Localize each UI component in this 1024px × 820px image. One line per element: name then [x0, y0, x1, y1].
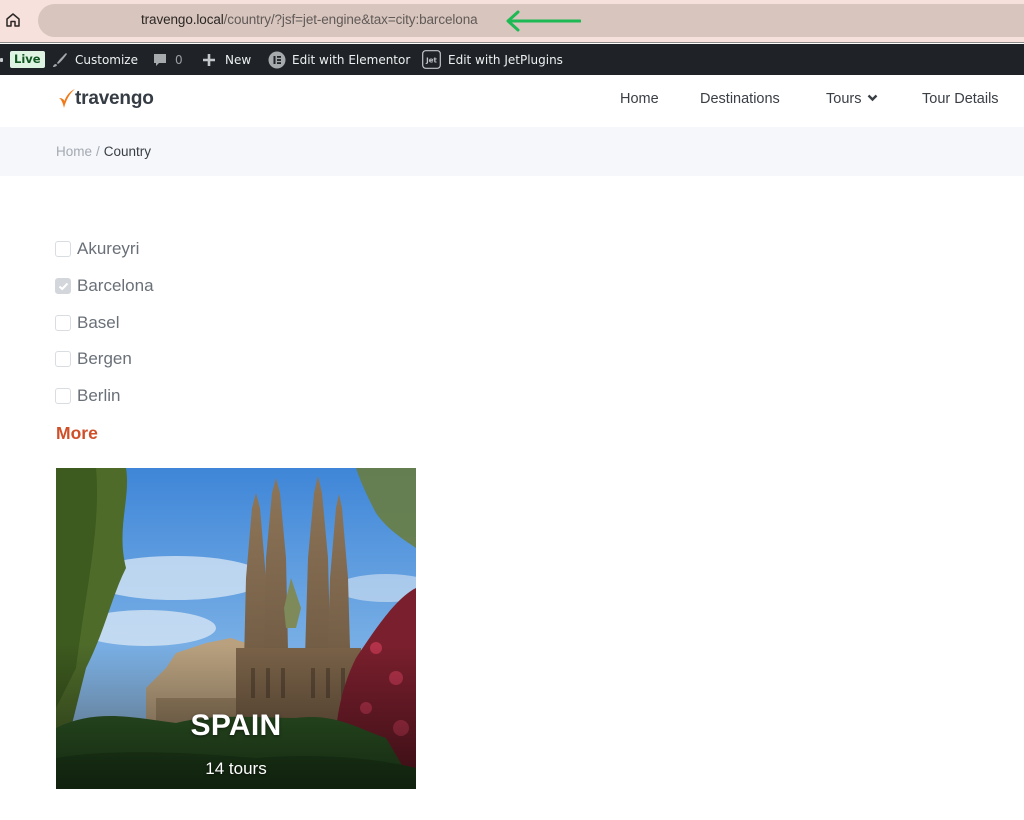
filter-item-basel[interactable]: Basel	[55, 312, 120, 334]
filter-label: Bergen	[77, 349, 132, 368]
customize-button[interactable]: Customize	[52, 44, 138, 75]
live-badge[interactable]: Live	[10, 44, 45, 75]
admin-bar-dot	[0, 58, 3, 62]
nav-tours[interactable]: Tours	[826, 91, 878, 107]
comments-count: 0	[175, 52, 183, 67]
customize-label: Customize	[75, 52, 138, 67]
nav-tours-label: Tours	[826, 91, 862, 107]
checkmark-icon	[58, 282, 69, 291]
new-button[interactable]: New	[201, 44, 251, 75]
nav-home[interactable]: Home	[620, 91, 659, 107]
filter-item-berlin[interactable]: Berlin	[55, 385, 120, 407]
site-logo[interactable]: travengo	[58, 84, 154, 110]
jetplugins-label: Edit with JetPlugins	[448, 52, 563, 67]
logo-check-icon	[59, 89, 75, 108]
admin-bar: Live Customize 0 New Edit with Elementor…	[0, 44, 1024, 75]
breadcrumb-separator: /	[96, 144, 100, 159]
edit-jetplugins-button[interactable]: Jet Edit with JetPlugins	[422, 44, 563, 75]
arrow-annotation-icon	[506, 10, 581, 32]
more-button[interactable]: More	[56, 423, 98, 444]
url-text[interactable]: travengo.local/country/?jsf=jet-engine&t…	[141, 12, 478, 27]
checkbox[interactable]	[55, 388, 71, 404]
comments-button[interactable]: 0	[152, 44, 183, 75]
country-card[interactable]: SPAIN 14 tours	[56, 468, 416, 789]
logo-text: travengo	[75, 88, 154, 109]
checkbox[interactable]	[55, 241, 71, 257]
checkbox[interactable]	[55, 315, 71, 331]
comment-icon	[154, 53, 166, 66]
site-header: travengo Home Destinations Tours Tour De…	[0, 76, 1024, 127]
breadcrumb: Home / Country	[56, 144, 151, 159]
filter-item-akureyri[interactable]: Akureyri	[55, 238, 139, 260]
brush-icon	[53, 52, 67, 67]
jetplugins-icon: Jet	[422, 50, 441, 69]
breadcrumb-bar: Home / Country	[0, 127, 1024, 176]
url-path: /country/?jsf=jet-engine&tax=city:barcel…	[223, 12, 478, 27]
elementor-icon	[268, 51, 286, 68]
filter-label: Akureyri	[77, 239, 140, 258]
filter-item-barcelona[interactable]: Barcelona	[55, 275, 154, 297]
nav-tour-details[interactable]: Tour Details	[922, 91, 999, 107]
nav-destinations[interactable]: Destinations	[700, 91, 780, 107]
chevron-down-icon	[868, 94, 878, 102]
url-host: travengo.local	[141, 12, 224, 27]
svg-text:Jet: Jet	[425, 57, 437, 65]
filter-item-bergen[interactable]: Bergen	[55, 348, 132, 370]
checkbox[interactable]	[55, 351, 71, 367]
filter-label: Barcelona	[77, 276, 154, 295]
home-icon[interactable]	[4, 11, 22, 29]
plus-icon	[203, 53, 215, 66]
browser-toolbar: travengo.local/country/?jsf=jet-engine&t…	[0, 0, 1024, 43]
checkbox-checked[interactable]	[55, 278, 71, 294]
new-label: New	[225, 52, 252, 67]
filter-label: Berlin	[77, 386, 121, 405]
edit-elementor-button[interactable]: Edit with Elementor	[268, 44, 410, 75]
breadcrumb-current: Country	[103, 144, 152, 159]
elementor-label: Edit with Elementor	[292, 52, 411, 67]
live-label: Live	[10, 51, 45, 68]
card-tour-count: 14 tours	[205, 759, 267, 778]
breadcrumb-home[interactable]: Home	[56, 144, 92, 159]
filter-label: Basel	[77, 313, 120, 332]
card-title: SPAIN	[190, 709, 282, 742]
